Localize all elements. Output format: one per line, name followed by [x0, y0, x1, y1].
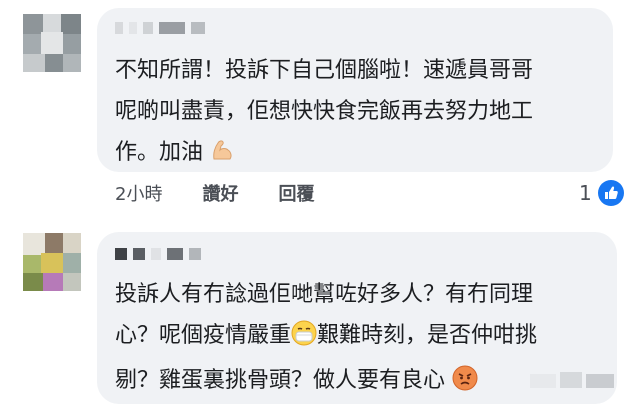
commenter-name[interactable] — [115, 22, 205, 34]
comment-line: 呢啲叫盡責，佢想快快食完飯再去努力地工 — [115, 99, 534, 124]
comment-bubble: 不知所謂！投訴下自己個腦啦！速遞員哥哥 呢啲叫盡責，佢想快快食完飯再去努力地工 … — [97, 8, 613, 172]
timestamp[interactable]: 2小時 — [115, 180, 162, 206]
reply-button[interactable]: 回覆 — [278, 180, 314, 206]
angry-face-icon — [452, 364, 478, 405]
like-button[interactable]: 讚好 — [202, 180, 238, 206]
avatar[interactable] — [23, 233, 81, 291]
comment-actions: 2小時 讚好 回覆 — [115, 180, 314, 206]
comment-body: 投訴人有冇諗過佢哋幫咗好多人？有冇同理 心？呢個疫情嚴重 艱難時刻，是否仲咁挑 … — [115, 274, 537, 405]
comment-line: 剔？雞蛋裏挑骨頭？做人要有良心 — [115, 360, 537, 405]
redacted-blur — [530, 368, 618, 394]
flexed-biceps-icon — [210, 136, 236, 177]
comment-body: 不知所謂！投訴下自己個腦啦！速遞員哥哥 呢啲叫盡責，佢想快快食完飯再去努力地工 … — [115, 50, 533, 177]
thumbs-up-icon — [597, 180, 624, 206]
avatar[interactable] — [23, 14, 81, 72]
reaction-summary[interactable]: 1 — [579, 180, 624, 206]
comment-line: 不知所謂！投訴下自己個腦啦！速遞員哥哥 — [115, 58, 534, 83]
comment-line: 投訴人有冇諗過佢哋幫咗好多人？有冇同理 — [115, 282, 534, 307]
commenter-name[interactable] — [115, 248, 201, 260]
face-with-medical-mask-icon — [291, 319, 317, 360]
comment-line: 心？呢個疫情嚴重 艱難時刻，是否仲咁挑 — [115, 315, 537, 360]
comment-line: 作。加油 — [115, 132, 533, 177]
reaction-count: 1 — [579, 181, 592, 205]
